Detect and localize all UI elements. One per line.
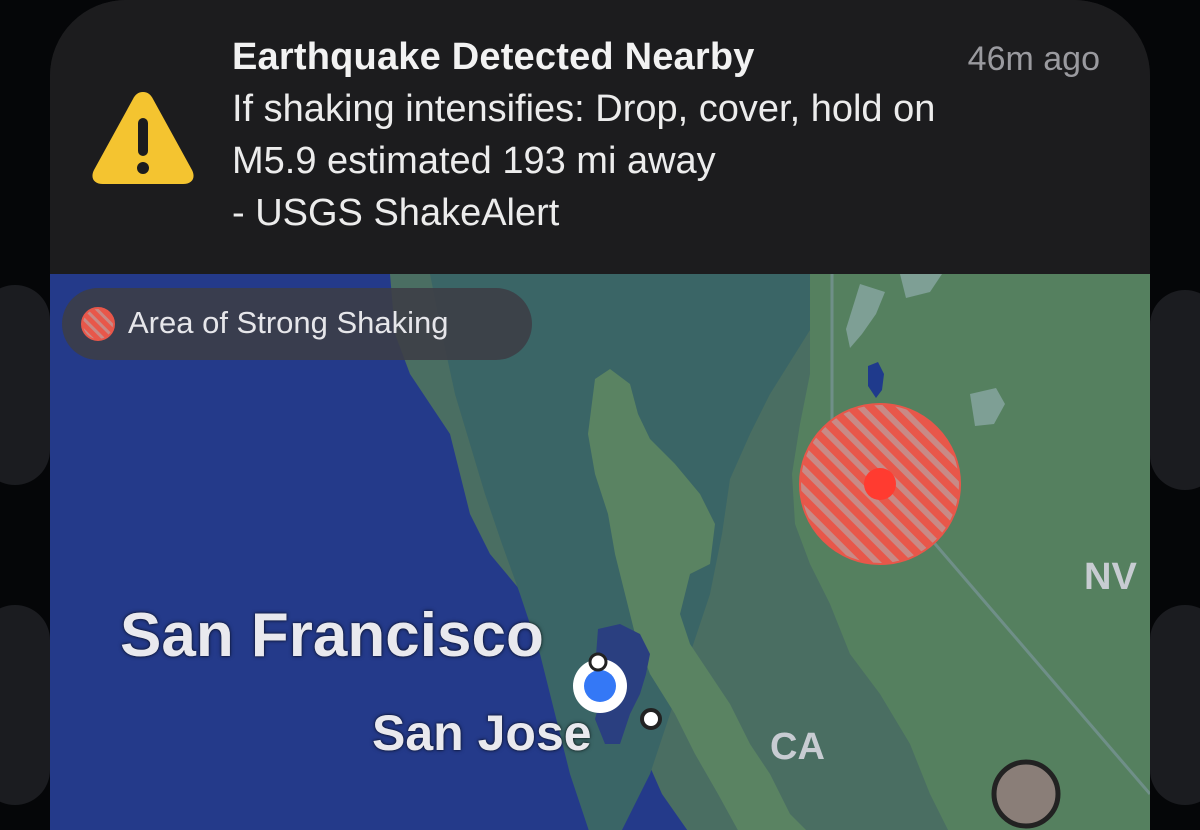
notification-time: 46m ago (967, 40, 1100, 78)
strong-shaking-legend-icon (81, 307, 115, 341)
notification-header: Earthquake Detected Nearby 46m ago If sh… (50, 0, 1150, 274)
notification-title: Earthquake Detected Nearby (232, 36, 755, 78)
notification-body-line-1: If shaking intensifies: Drop, cover, hol… (232, 88, 936, 130)
warning-triangle-icon (92, 92, 194, 184)
epicenter-marker[interactable] (864, 468, 896, 500)
earthquake-notification[interactable]: Earthquake Detected Nearby 46m ago If sh… (50, 0, 1150, 830)
map-badge-partial[interactable] (991, 759, 1061, 829)
background-notification-right-lower (1150, 605, 1200, 805)
background-notification-left (0, 285, 50, 485)
background-notification-right (1150, 290, 1200, 490)
legend-label: Area of Strong Shaking (128, 305, 449, 340)
shaking-map[interactable]: Area of Strong Shaking San Francisco San… (50, 274, 1150, 830)
city-label-san-francisco: San Francisco (120, 601, 544, 670)
state-label-nv: NV (1084, 556, 1137, 598)
background-notification-left-lower (0, 605, 50, 805)
san-francisco-marker[interactable] (588, 652, 608, 672)
city-label-san-jose: San Jose (372, 705, 592, 761)
san-jose-marker[interactable] (640, 708, 662, 730)
state-label-ca: CA (770, 726, 825, 768)
user-location-dot (584, 670, 616, 702)
shaking-legend: Area of Strong Shaking (62, 288, 532, 360)
notification-body-line-3: - USGS ShakeAlert (232, 192, 560, 234)
notification-body-line-2: M5.9 estimated 193 mi away (232, 140, 716, 182)
